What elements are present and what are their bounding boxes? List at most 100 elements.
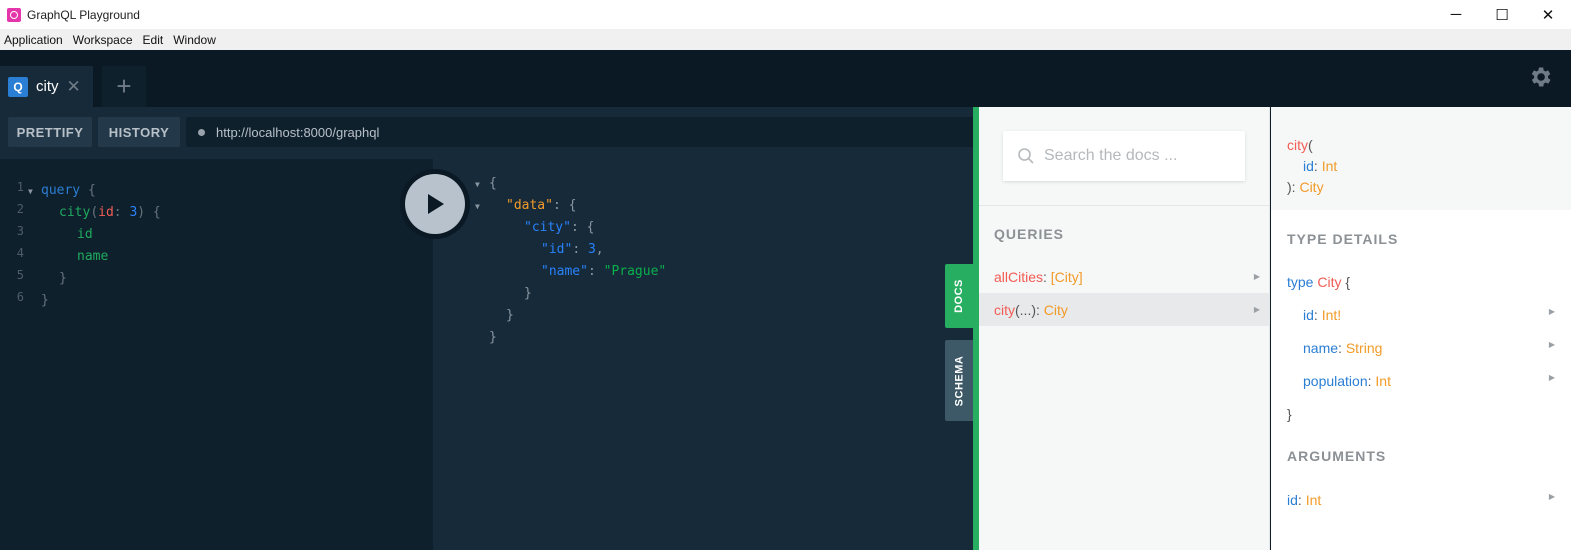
prettify-button[interactable]: PRETTIFY xyxy=(8,117,92,147)
fold-arrow-icon[interactable]: ▼ xyxy=(475,180,480,189)
minimize-button[interactable]: ─ xyxy=(1433,0,1479,29)
json-line: "data": { xyxy=(506,195,576,217)
docs-tab[interactable]: DOCS xyxy=(945,264,973,328)
menu-application[interactable]: Application xyxy=(0,33,68,47)
sig-return-type[interactable]: City xyxy=(1299,179,1323,195)
query-args: (...) xyxy=(1015,301,1036,318)
menu-window[interactable]: Window xyxy=(168,33,221,47)
schema-tab[interactable]: SCHEMA xyxy=(945,340,973,421)
query-sep: : xyxy=(1043,268,1051,285)
query-keyword: query xyxy=(41,183,81,198)
type-name: City xyxy=(1317,274,1342,290)
editor-toolbar: PRETTIFY HISTORY http://localhost:8000/g… xyxy=(0,107,973,159)
graphql-app-icon xyxy=(7,7,21,22)
connection-status-dot xyxy=(198,128,205,136)
fold-arrow-icon[interactable]: ▼ xyxy=(475,202,480,211)
code-punct: { xyxy=(80,183,96,198)
chevron-right-icon: ▶ xyxy=(1548,340,1555,349)
line-number: 6 xyxy=(16,290,24,304)
field-name: city xyxy=(59,205,91,220)
result-viewer: ▼ ▼ { "data": { "city": { "id": 3, "name… xyxy=(433,159,973,550)
play-icon xyxy=(428,194,444,214)
argument-name: id xyxy=(1287,492,1298,508)
window-controls: ─ ☐ ✕ xyxy=(1433,0,1571,29)
query-editor[interactable]: 1 2 3 4 5 6 ▼ query { city(id: 3) { id n… xyxy=(0,159,433,550)
chevron-right-icon: ▶ xyxy=(1548,307,1555,316)
code-line: city(id: 3) { xyxy=(59,202,161,224)
code-punct: : xyxy=(113,205,130,220)
chevron-right-icon: ▶ xyxy=(1253,305,1260,314)
tab-label: city xyxy=(36,78,59,95)
sig-arg-name[interactable]: id xyxy=(1303,158,1314,174)
code-line: } xyxy=(41,293,49,308)
query-item-city[interactable]: city(...): City ▶ xyxy=(979,293,1270,326)
window-titlebar: GraphQL Playground ─ ☐ ✕ xyxy=(0,0,1571,29)
json-key: "id" xyxy=(541,242,573,257)
menu-edit[interactable]: Edit xyxy=(138,33,169,47)
argument-name: id xyxy=(98,205,114,220)
query-badge: Q xyxy=(8,76,28,97)
add-tab-button[interactable]: + xyxy=(102,66,146,107)
line-number: 2 xyxy=(16,202,24,216)
json-line: "city": { xyxy=(524,217,594,239)
fold-arrow-icon[interactable]: ▼ xyxy=(28,187,33,196)
docs-tab-label: DOCS xyxy=(953,279,965,313)
sig-arg-type[interactable]: Int xyxy=(1322,158,1338,174)
code-punct: ( xyxy=(90,205,99,220)
json-line: "id": 3, xyxy=(541,239,604,261)
json-key: "data" xyxy=(506,198,553,213)
chevron-right-icon: ▶ xyxy=(1548,373,1555,382)
docs-explorer-root: Search the docs ... QUERIES allCities: [… xyxy=(979,107,1270,550)
sig-close: ): xyxy=(1287,179,1300,195)
chevron-right-icon: ▶ xyxy=(1548,492,1555,501)
type-field-id[interactable]: id: Int! ▶ xyxy=(1303,307,1555,323)
docs-detail-panel: city( id: Int ): City TYPE DETAILS type … xyxy=(1271,107,1571,550)
tab-bar: Q city ✕ + xyxy=(0,50,1571,107)
tab-city[interactable]: Q city ✕ xyxy=(0,66,93,107)
code-line: query { xyxy=(41,180,96,202)
history-button[interactable]: HISTORY xyxy=(98,117,180,147)
type-open-brace: { xyxy=(1341,274,1351,290)
json-string: "Prague" xyxy=(603,264,667,279)
endpoint-url: http://localhost:8000/graphql xyxy=(216,124,380,140)
json-punct: : { xyxy=(552,198,577,213)
type-field-population[interactable]: population: Int ▶ xyxy=(1303,373,1555,389)
query-sep: : xyxy=(1036,301,1044,318)
type-details-title: TYPE DETAILS xyxy=(1287,231,1399,247)
schema-tab-label: SCHEMA xyxy=(953,355,966,406)
type-keyword: type xyxy=(1287,274,1314,290)
json-key: "name" xyxy=(541,264,588,279)
queries-section-title: QUERIES xyxy=(994,226,1065,242)
settings-gear-icon[interactable] xyxy=(1527,64,1553,90)
tab-close-icon[interactable]: ✕ xyxy=(67,77,81,97)
query-name: city xyxy=(994,301,1015,318)
close-window-button[interactable]: ✕ xyxy=(1525,0,1571,29)
divider xyxy=(979,205,1270,206)
json-key: "city" xyxy=(524,220,571,235)
json-line: } xyxy=(524,286,532,301)
json-line: } xyxy=(506,308,514,323)
field-type: Int! xyxy=(1321,307,1342,323)
type-field-name[interactable]: name: String ▶ xyxy=(1303,340,1555,356)
type-close-brace: } xyxy=(1287,406,1292,422)
maximize-button[interactable]: ☐ xyxy=(1479,0,1525,29)
json-line: "name": "Prague" xyxy=(541,261,666,283)
run-query-button[interactable] xyxy=(400,169,470,239)
json-punct: : xyxy=(572,242,588,257)
json-punct: : { xyxy=(570,220,595,235)
endpoint-url-field[interactable]: http://localhost:8000/graphql xyxy=(186,117,973,147)
query-item-allcities[interactable]: allCities: [City] ▶ xyxy=(979,260,1270,293)
code-punct: ) { xyxy=(137,205,161,220)
search-placeholder: Search the docs ... xyxy=(1044,147,1178,164)
arguments-title: ARGUMENTS xyxy=(1287,448,1387,464)
docs-search-input[interactable]: Search the docs ... xyxy=(1003,131,1245,181)
menu-workspace[interactable]: Workspace xyxy=(68,33,138,47)
code-line: name xyxy=(77,249,109,264)
argument-id[interactable]: id: Int ▶ xyxy=(1287,492,1555,508)
line-number: 5 xyxy=(16,268,24,282)
sig-open: ( xyxy=(1308,137,1313,153)
sig-name: city xyxy=(1287,137,1308,153)
line-number: 3 xyxy=(16,224,24,238)
json-line: { xyxy=(489,176,497,191)
argument-type: Int xyxy=(1305,492,1322,508)
